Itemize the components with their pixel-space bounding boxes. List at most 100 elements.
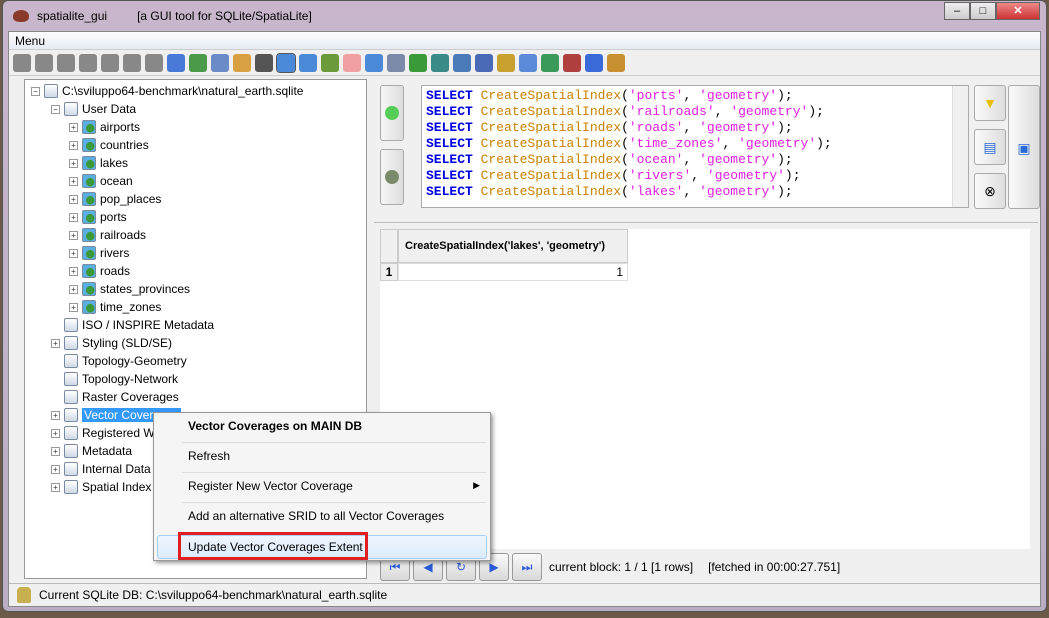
expand-icon[interactable]: +	[51, 464, 60, 474]
tree-node-topology-geometry[interactable]: Topology-Geometry	[51, 352, 187, 370]
menu-item-add-alt-srid[interactable]: Add an alternative SRID to all Vector Co…	[188, 505, 444, 527]
tree-table-states_provinces[interactable]: + states_provinces	[69, 280, 190, 298]
expand-icon[interactable]: +	[69, 140, 78, 150]
check-geom-icon[interactable]	[321, 53, 339, 72]
expand-icon[interactable]: +	[51, 428, 60, 438]
about-icon[interactable]	[585, 53, 603, 72]
tree-table-ocean[interactable]: + ocean	[69, 172, 133, 190]
tree-node-label: rivers	[100, 246, 130, 260]
menu-item-refresh[interactable]: Refresh	[188, 445, 230, 467]
expand-icon[interactable]: +	[69, 284, 78, 294]
virtual-shp-icon[interactable]	[255, 53, 273, 72]
tree-node-topology-network[interactable]: Topology-Network	[51, 370, 178, 388]
expand-icon[interactable]: +	[69, 266, 78, 276]
load-txt-icon[interactable]	[276, 52, 296, 73]
sql-editor[interactable]: SELECT CreateSpatialIndex('ports', 'geom…	[421, 85, 969, 208]
gps-icon[interactable]	[497, 53, 515, 72]
memory-export-icon[interactable]	[145, 53, 163, 72]
tree-node-user-data[interactable]: − User Data	[51, 100, 136, 118]
virtual-xl-icon[interactable]	[431, 53, 449, 72]
tree-table-roads[interactable]: + roads	[69, 262, 130, 280]
tree-table-lakes[interactable]: + lakes	[69, 154, 128, 172]
tree-node-iso-inspire-metadata[interactable]: ISO / INSPIRE Metadata	[51, 316, 214, 334]
collapse-icon[interactable]: −	[51, 104, 60, 114]
tree-node-metadata[interactable]: + Metadata	[51, 442, 132, 460]
exit-icon[interactable]	[607, 53, 625, 72]
connect-icon[interactable]	[13, 53, 31, 72]
expand-icon[interactable]: +	[69, 158, 78, 168]
load-shp-icon[interactable]	[233, 53, 251, 72]
tree-table-railroads[interactable]: + railroads	[69, 226, 146, 244]
maximize-button[interactable]: □	[970, 2, 996, 20]
tree-table-ports[interactable]: + ports	[69, 208, 127, 226]
sanitize-icon[interactable]	[343, 53, 361, 72]
tree-table-airports[interactable]: + airports	[69, 118, 140, 136]
load-xl-icon[interactable]	[409, 53, 427, 72]
layer-icon	[82, 228, 96, 242]
menu-item[interactable]: Menu	[15, 34, 45, 48]
load-dbf-icon[interactable]	[365, 53, 383, 72]
tree-node-spatial-index[interactable]: + Spatial Index	[51, 478, 151, 496]
sql-scrollbar[interactable]	[952, 86, 968, 207]
history-back-button[interactable]	[380, 85, 404, 141]
sql-line: SELECT CreateSpatialIndex('roads', 'geom…	[426, 120, 793, 135]
expand-icon[interactable]: +	[69, 176, 78, 186]
expand-icon[interactable]: +	[69, 212, 78, 222]
virtual-dbf-icon[interactable]	[387, 53, 405, 72]
column-header[interactable]: CreateSpatialIndex('lakes', 'geometry')	[398, 229, 628, 263]
expand-icon[interactable]: +	[69, 122, 78, 132]
exif-icon[interactable]	[475, 53, 493, 72]
filter-button[interactable]: ▼	[974, 85, 1006, 121]
tree-table-time_zones[interactable]: + time_zones	[69, 298, 161, 316]
virtual-txt-icon[interactable]	[299, 53, 317, 72]
clear-icon: ⊗	[984, 183, 996, 199]
memory-db-icon[interactable]	[79, 53, 97, 72]
tree-table-rivers[interactable]: + rivers	[69, 244, 129, 262]
expand-icon[interactable]: +	[69, 230, 78, 240]
sql-script-button[interactable]: ▤	[974, 129, 1006, 165]
tree-node-label: Internal Data	[82, 462, 151, 476]
tree-table-countries[interactable]: + countries	[69, 136, 149, 154]
last-page-button[interactable]: ⏭	[512, 553, 542, 581]
expand-icon[interactable]: +	[51, 410, 60, 420]
folder-icon	[44, 84, 58, 98]
disconnect-icon[interactable]	[35, 53, 53, 72]
lock-icon	[17, 586, 31, 603]
expand-icon[interactable]: +	[51, 482, 60, 492]
srids-icon[interactable]	[519, 53, 537, 72]
tree-node-styling-sld-se-[interactable]: + Styling (SLD/SE)	[51, 334, 172, 352]
vacuum-icon[interactable]	[189, 53, 207, 72]
help-icon[interactable]	[563, 53, 581, 72]
collapse-icon[interactable]: −	[31, 86, 40, 96]
close-button[interactable]: ✕	[996, 2, 1040, 20]
folder-icon	[64, 444, 78, 458]
app-title: spatialite_gui	[37, 9, 108, 23]
execute-icon: ▣	[1017, 140, 1031, 156]
tree-table-pop_places[interactable]: + pop_places	[69, 190, 161, 208]
expand-icon[interactable]: +	[51, 338, 60, 348]
network-icon[interactable]	[453, 53, 471, 72]
memory-load-icon[interactable]	[101, 53, 119, 72]
expand-icon[interactable]: +	[69, 302, 78, 312]
create-db-icon[interactable]	[57, 53, 75, 72]
sql-pane: SELECT CreateSpatialIndex('ports', 'geom…	[374, 81, 1040, 217]
grid-cell[interactable]: 1	[398, 263, 628, 281]
charset-icon[interactable]	[541, 53, 559, 72]
execute-sql-button[interactable]: ▣	[1008, 85, 1040, 209]
attach-icon[interactable]	[167, 53, 185, 72]
row-header[interactable]: 1	[380, 263, 398, 281]
app-logo-icon	[13, 10, 29, 22]
memory-save-icon[interactable]	[123, 53, 141, 72]
sql-script-icon[interactable]	[211, 53, 229, 72]
menu-item-register-vector-coverage[interactable]: Register New Vector Coverage	[188, 475, 353, 497]
expand-icon[interactable]: +	[69, 248, 78, 258]
clear-sql-button[interactable]: ⊗	[974, 173, 1006, 209]
divider	[182, 502, 486, 503]
history-forward-button[interactable]	[380, 149, 404, 205]
tree-node-internal-data[interactable]: + Internal Data	[51, 460, 151, 478]
tree-root[interactable]: − C:\sviluppo64-benchmark\natural_earth.s…	[31, 82, 303, 100]
expand-icon[interactable]: +	[69, 194, 78, 204]
tree-node-raster-coverages[interactable]: Raster Coverages	[51, 388, 179, 406]
minimize-button[interactable]: –	[944, 2, 970, 20]
expand-icon[interactable]: +	[51, 446, 60, 456]
